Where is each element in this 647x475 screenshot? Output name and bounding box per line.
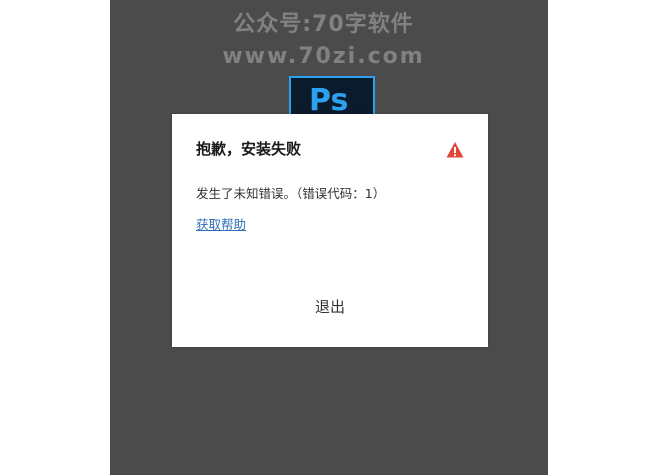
error-message: 发生了未知错误。（错误代码：1） <box>196 186 386 201</box>
screen: 公众号:70字软件 www.70zi.com Ps 抱歉，安装失败 发生了未知错… <box>0 0 647 475</box>
exit-button[interactable]: 退出 <box>290 292 370 322</box>
app-logo-text: Ps <box>309 83 349 118</box>
warning-icon <box>446 142 464 158</box>
error-dialog: 抱歉，安装失败 发生了未知错误。（错误代码：1） 获取帮助 退出 <box>172 114 488 347</box>
get-help-link[interactable]: 获取帮助 <box>196 214 246 233</box>
photoshop-logo-icon: Ps <box>289 76 375 116</box>
watermark-line1: 公众号:70字软件 <box>233 12 414 37</box>
dialog-title: 抱歉，安装失败 <box>196 140 302 158</box>
watermark-line2: www.70zi.com <box>222 44 425 69</box>
